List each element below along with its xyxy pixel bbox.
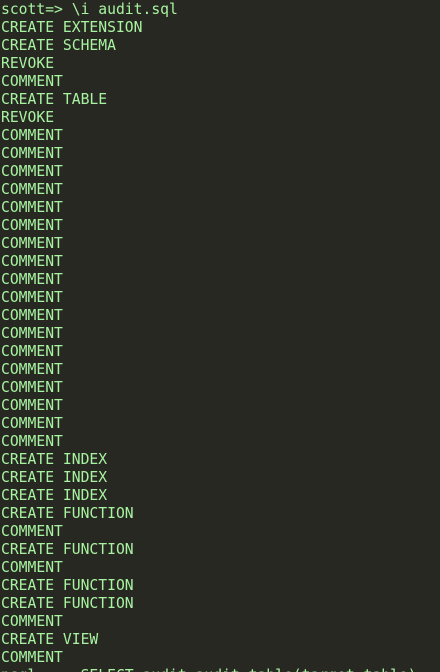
output-line: COMMENT [1,343,63,360]
output-line: COMMENT [1,649,63,666]
output-line: COMMENT [1,361,63,378]
output-line: CREATE VIEW [1,631,99,648]
output-line: COMMENT [1,379,63,396]
output-line: COMMENT [1,181,63,198]
output-line: COMMENT [1,289,63,306]
output-line: COMMENT [1,163,63,180]
output-line: CREATE TABLE [1,91,108,108]
output-line: CREATE INDEX [1,487,108,504]
output-line: CREATE FUNCTION [1,595,134,612]
output-line: CREATE FUNCTION [1,577,134,594]
terminal-output: CREATE EXTENSION CREATE SCHEMA REVOKE COMME… [1,19,440,672]
output-line: COMMENT [1,523,63,540]
output-line: CREATE SCHEMA [1,37,116,54]
command-line: scott=> \i audit.sql [1,1,440,19]
prompt: scott=> [1,1,72,18]
output-line: COMMENT [1,613,63,630]
output-line: REVOKE [1,55,55,72]
output-line: CREATE INDEX [1,451,108,468]
output-line: COMMENT [1,325,63,342]
output-line: COMMENT [1,415,63,432]
command-text: \i audit.sql [71,1,178,18]
output-line: COMMENT [1,127,63,144]
output-line: psql:... SELECT audit.audit_table(target… [1,667,440,672]
output-line: COMMENT [1,235,63,252]
output-line: COMMENT [1,199,63,216]
output-line: CREATE FUNCTION [1,505,134,522]
output-line: CREATE EXTENSION [1,19,143,36]
output-line: COMMENT [1,73,63,90]
terminal-window[interactable]: scott=> \i audit.sql CREATE EXTENSION CRE… [0,0,440,672]
output-line: COMMENT [1,307,63,324]
output-line: CREATE FUNCTION [1,541,134,558]
output-line: COMMENT [1,397,63,414]
output-line: COMMENT [1,217,63,234]
output-line: REVOKE [1,109,55,126]
output-line: COMMENT [1,271,63,288]
output-line: COMMENT [1,559,63,576]
output-line: CREATE INDEX [1,469,108,486]
output-line: COMMENT [1,145,63,162]
output-line: COMMENT [1,433,63,450]
output-line: COMMENT [1,253,63,270]
